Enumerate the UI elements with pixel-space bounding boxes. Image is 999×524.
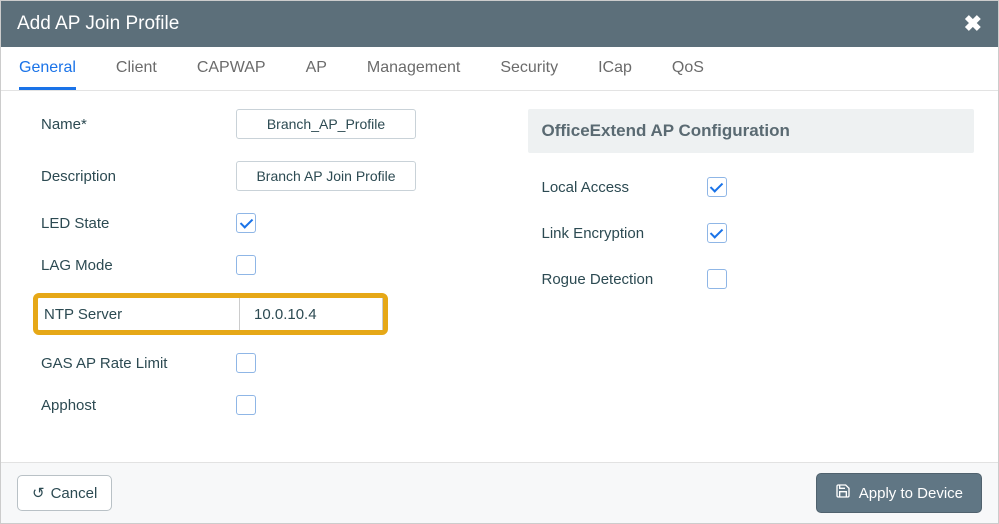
local-access-label: Local Access xyxy=(542,179,707,196)
tab-qos[interactable]: QoS xyxy=(672,59,704,90)
led-state-label: LED State xyxy=(41,215,236,232)
gas-rate-limit-label: GAS AP Rate Limit xyxy=(41,355,236,372)
name-label: Name* xyxy=(41,116,236,133)
rogue-detection-label: Rogue Detection xyxy=(542,271,707,288)
description-input[interactable] xyxy=(236,161,416,191)
row-ntp-server-highlighted: NTP Server xyxy=(33,293,388,335)
link-encryption-checkbox[interactable] xyxy=(707,223,727,243)
right-column: OfficeExtend AP Configuration Local Acce… xyxy=(528,109,975,462)
undo-icon: ↻ xyxy=(32,484,45,502)
tab-icap[interactable]: ICap xyxy=(598,59,632,90)
lag-mode-checkbox[interactable] xyxy=(236,255,256,275)
apply-to-device-button[interactable]: Apply to Device xyxy=(816,473,982,513)
tab-client[interactable]: Client xyxy=(116,59,157,90)
modal-body: Name* Description LED State LAG Mode NTP… xyxy=(1,91,998,462)
cancel-button[interactable]: ↻ Cancel xyxy=(17,475,112,511)
description-label: Description xyxy=(41,168,236,185)
ntp-server-label: NTP Server xyxy=(38,298,240,330)
left-column: Name* Description LED State LAG Mode NTP… xyxy=(41,109,488,462)
ntp-server-input-cell xyxy=(240,298,383,330)
apphost-checkbox[interactable] xyxy=(236,395,256,415)
tab-general[interactable]: General xyxy=(19,59,76,90)
tab-ap[interactable]: AP xyxy=(306,59,327,90)
row-local-access: Local Access xyxy=(528,177,975,197)
row-rogue-detection: Rogue Detection xyxy=(528,269,975,289)
officeextend-section-header: OfficeExtend AP Configuration xyxy=(528,109,975,153)
tab-bar: General Client CAPWAP AP Management Secu… xyxy=(1,47,998,91)
tab-security[interactable]: Security xyxy=(500,59,558,90)
row-link-encryption: Link Encryption xyxy=(528,223,975,243)
close-icon[interactable]: ✖ xyxy=(964,11,982,37)
led-state-checkbox[interactable] xyxy=(236,213,256,233)
row-apphost: Apphost xyxy=(41,395,488,415)
link-encryption-label: Link Encryption xyxy=(542,225,707,242)
cancel-button-label: Cancel xyxy=(51,485,98,502)
ap-join-profile-modal: Add AP Join Profile ✖ General Client CAP… xyxy=(0,0,999,524)
apphost-label: Apphost xyxy=(41,397,236,414)
titlebar: Add AP Join Profile ✖ xyxy=(1,1,998,47)
modal-footer: ↻ Cancel Apply to Device xyxy=(1,462,998,523)
row-lag-mode: LAG Mode xyxy=(41,255,488,275)
modal-title: Add AP Join Profile xyxy=(17,13,179,35)
lag-mode-label: LAG Mode xyxy=(41,257,236,274)
local-access-checkbox[interactable] xyxy=(707,177,727,197)
row-gas-rate-limit: GAS AP Rate Limit xyxy=(41,353,488,373)
apply-button-label: Apply to Device xyxy=(859,485,963,502)
tab-management[interactable]: Management xyxy=(367,59,460,90)
save-icon xyxy=(835,483,851,503)
tab-capwap[interactable]: CAPWAP xyxy=(197,59,266,90)
row-led-state: LED State xyxy=(41,213,488,233)
row-description: Description xyxy=(41,161,488,191)
row-name: Name* xyxy=(41,109,488,139)
rogue-detection-checkbox[interactable] xyxy=(707,269,727,289)
ntp-server-input[interactable] xyxy=(240,298,382,330)
name-input[interactable] xyxy=(236,109,416,139)
gas-rate-limit-checkbox[interactable] xyxy=(236,353,256,373)
